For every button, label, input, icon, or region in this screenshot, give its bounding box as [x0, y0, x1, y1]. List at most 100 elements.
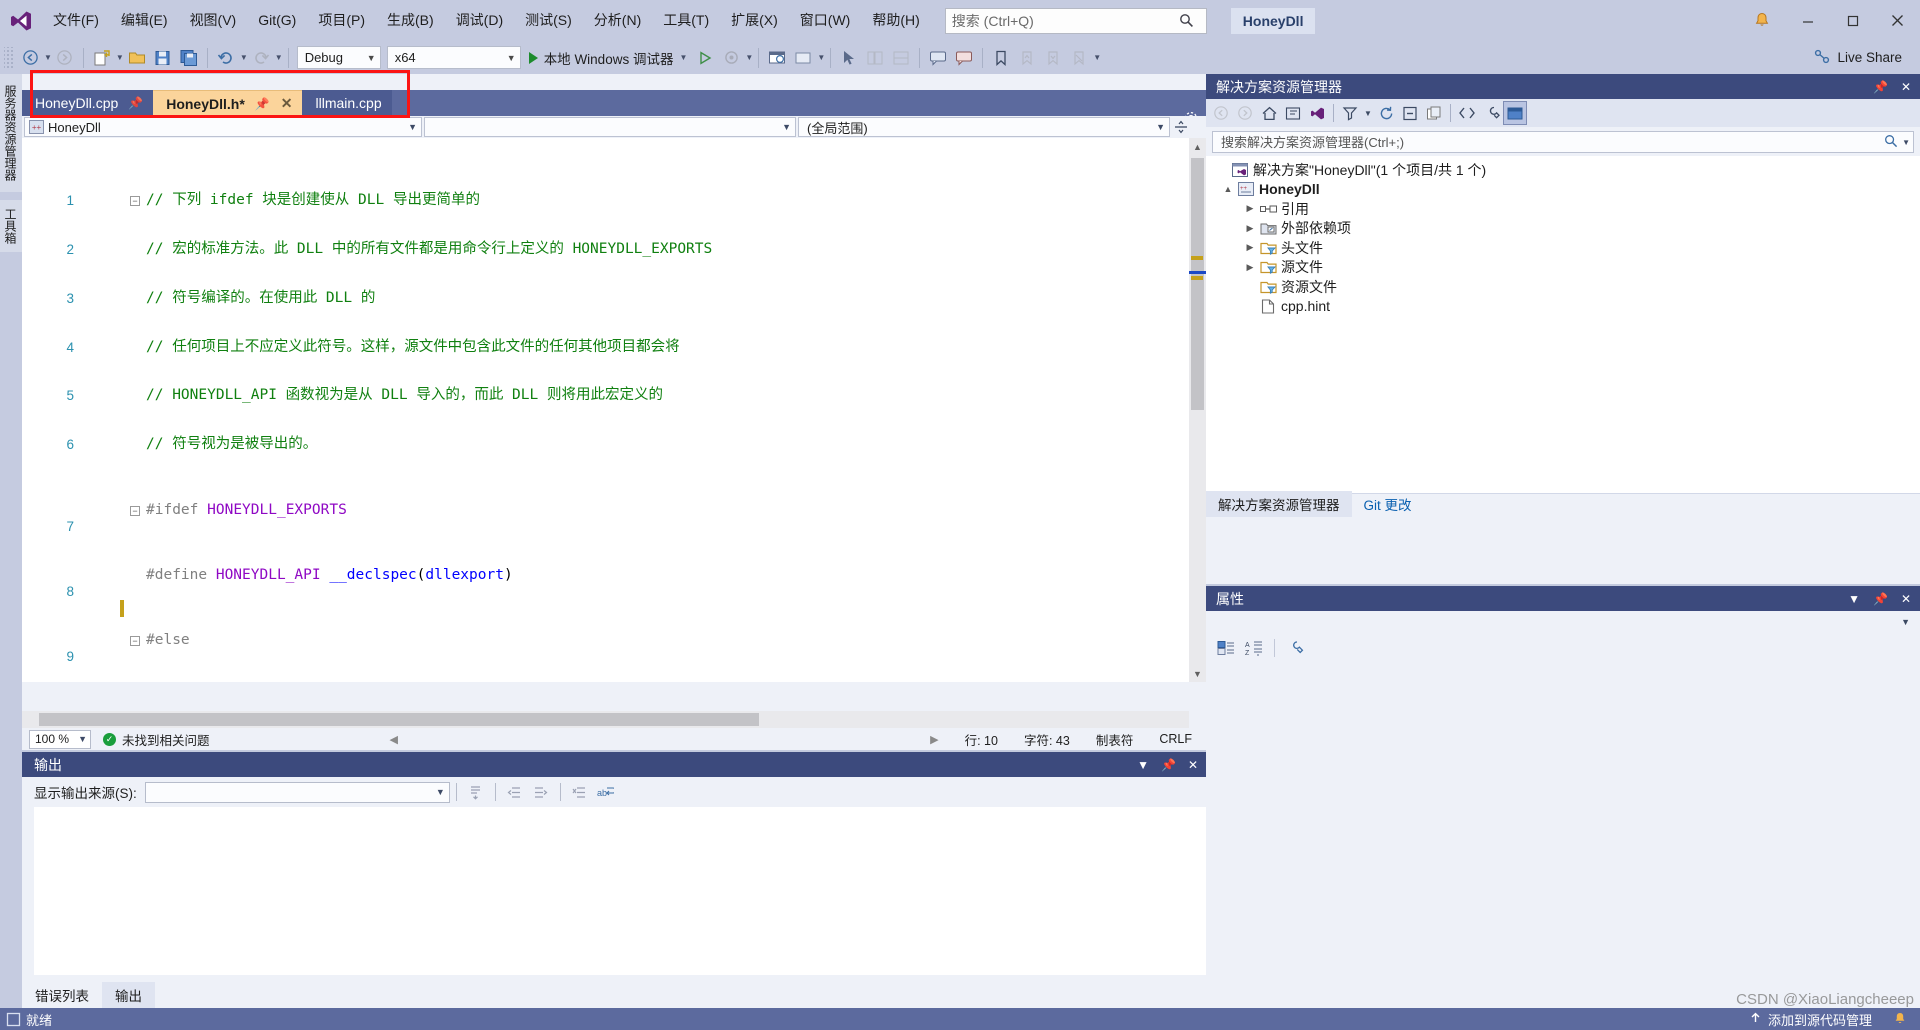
property-pages-icon[interactable] — [1283, 636, 1307, 660]
refresh-icon[interactable] — [1374, 101, 1398, 125]
view-code-icon[interactable] — [1455, 101, 1479, 125]
menu-file[interactable]: 文件(F) — [42, 0, 110, 41]
solution-explorer-search-box[interactable]: ▼ — [1212, 131, 1914, 153]
preview-in-browser-button[interactable] — [764, 45, 790, 71]
window-maximize-button[interactable] — [1830, 0, 1875, 41]
properties-object-select[interactable]: ▼ — [1206, 611, 1920, 633]
filter-icon[interactable] — [1338, 101, 1362, 125]
add-to-source-control-button[interactable]: 添加到源代码管理 — [1742, 1010, 1878, 1029]
split-editor-icon[interactable] — [1172, 120, 1190, 134]
navigate-forward-button[interactable] — [52, 45, 78, 71]
new-project-dropdown-icon[interactable]: ▼ — [116, 53, 124, 62]
menu-debug[interactable]: 调试(D) — [445, 0, 514, 41]
tab-git-changes[interactable]: Git 更改 — [1352, 491, 1424, 517]
properties-window-icon[interactable] — [1479, 101, 1503, 125]
editor-vertical-scrollbar[interactable]: ▲ ▼ — [1189, 138, 1206, 682]
editor-tab-honeydll-h[interactable]: HoneyDll.h* 📌 ✕ — [153, 90, 303, 116]
expanded-twisty-icon[interactable]: ▲ — [1220, 184, 1236, 194]
show-all-files-icon[interactable] — [1422, 101, 1446, 125]
sidebar-item-toolbox[interactable]: 工具箱 — [0, 200, 22, 252]
go-to-next-message-button[interactable] — [528, 780, 554, 804]
browser-select-button[interactable] — [790, 45, 816, 71]
tree-node-header-files[interactable]: ▶ 头文件 — [1206, 238, 1920, 258]
tree-node-cpp-hint[interactable]: cpp.hint — [1206, 297, 1920, 317]
bookmark-icon[interactable] — [988, 45, 1014, 71]
menu-project[interactable]: 项目(P) — [307, 0, 376, 41]
search-options-dropdown-icon[interactable]: ▼ — [1902, 138, 1910, 147]
previous-bookmark-button[interactable] — [1014, 45, 1040, 71]
collapsed-twisty-icon[interactable]: ▶ — [1242, 223, 1258, 234]
uncomment-selection-button[interactable] — [951, 45, 977, 71]
window-minimize-button[interactable] — [1785, 0, 1830, 41]
menu-extensions[interactable]: 扩展(X) — [720, 0, 789, 41]
close-icon[interactable]: ✕ — [1901, 80, 1911, 94]
navbar-project-select[interactable]: ++ HoneyDll ▼ — [24, 117, 422, 137]
undo-button[interactable] — [213, 45, 239, 71]
start-debugging-button[interactable]: 本地 Windows 调试器 ▼ — [524, 45, 693, 71]
attach-dropdown-icon[interactable]: ▼ — [745, 53, 753, 62]
find-message-button[interactable] — [463, 780, 489, 804]
notifications-bell-icon[interactable] — [1739, 0, 1785, 41]
clear-bookmarks-button[interactable] — [1066, 45, 1092, 71]
output-source-select[interactable]: ▼ — [144, 781, 450, 803]
toolbar-grip[interactable] — [4, 46, 15, 69]
fold-toggle-icon[interactable]: − — [130, 195, 140, 206]
menu-analyze[interactable]: 分析(N) — [583, 0, 652, 41]
alphabetical-view-icon[interactable]: AZ — [1242, 636, 1266, 660]
editor-horizontal-scrollbar[interactable] — [22, 711, 1189, 728]
global-search-input[interactable] — [945, 8, 1174, 33]
scroll-down-icon[interactable]: ▼ — [1189, 665, 1206, 682]
close-icon[interactable]: ✕ — [1188, 758, 1198, 772]
attach-process-button[interactable] — [718, 45, 744, 71]
editor-tab-dllmain-cpp[interactable]: lllmain.cpp — [302, 90, 392, 116]
next-bookmark-button[interactable] — [1040, 45, 1066, 71]
toolbar-overflow-icon[interactable]: ▼ — [1093, 53, 1101, 62]
menu-view[interactable]: 视图(V) — [179, 0, 248, 41]
save-button[interactable] — [150, 45, 176, 71]
navbar-member-select[interactable]: (全局范围) ▼ — [798, 117, 1170, 137]
pin-icon[interactable]: 📌 — [1873, 80, 1888, 94]
toggle-word-wrap-button[interactable]: ab — [593, 780, 619, 804]
navbar-type-select[interactable]: ▼ — [424, 117, 796, 137]
close-icon[interactable]: ✕ — [1901, 592, 1911, 606]
open-file-button[interactable] — [124, 45, 150, 71]
editor-tab-honeydll-cpp[interactable]: HoneyDll.cpp 📌 — [22, 90, 154, 116]
start-without-debugging-button[interactable] — [692, 45, 718, 71]
menu-git[interactable]: Git(G) — [247, 0, 307, 41]
redo-button[interactable] — [248, 45, 274, 71]
menu-help[interactable]: 帮助(H) — [861, 0, 930, 41]
tree-node-source-files[interactable]: ▶ 源文件 — [1206, 258, 1920, 278]
fold-toggle-icon[interactable]: − — [130, 505, 140, 516]
home-icon[interactable] — [1257, 101, 1281, 125]
output-text-area[interactable] — [34, 807, 1206, 975]
collapse-all-icon[interactable] — [1398, 101, 1422, 125]
solution-explorer-search-input[interactable] — [1219, 133, 1885, 151]
menu-build[interactable]: 生成(B) — [376, 0, 445, 41]
window-close-button[interactable] — [1875, 0, 1920, 41]
scrollbar-thumb[interactable] — [1191, 158, 1204, 410]
navigate-back-icon[interactable] — [1209, 101, 1233, 125]
solution-platform-select[interactable]: x64 ▼ — [386, 46, 521, 69]
navigate-backward-button[interactable] — [17, 45, 43, 71]
pin-icon[interactable]: 📌 — [255, 97, 270, 111]
clear-all-button[interactable] — [567, 780, 593, 804]
global-search-box[interactable] — [944, 7, 1207, 34]
solution-configuration-select[interactable]: Debug ▼ — [296, 46, 381, 69]
collapsed-twisty-icon[interactable]: ▶ — [1242, 262, 1258, 273]
live-share-button[interactable]: Live Share — [1805, 44, 1910, 70]
scroll-up-icon[interactable]: ▲ — [1189, 138, 1206, 155]
save-all-button[interactable] — [176, 45, 202, 71]
tree-node-solution[interactable]: 解决方案"HoneyDll"(1 个项目/共 1 个) — [1206, 160, 1920, 180]
new-project-button[interactable] — [89, 45, 115, 71]
pin-icon[interactable]: 📌 — [128, 96, 143, 110]
menu-test[interactable]: 测试(S) — [514, 0, 583, 41]
collapsed-twisty-icon[interactable]: ▶ — [1242, 242, 1258, 253]
sidebar-item-server-explorer[interactable]: 服务器资源管理器 — [0, 74, 22, 192]
notifications-status-icon[interactable] — [1886, 1011, 1914, 1027]
solution-explorer-tree[interactable]: 解决方案"HoneyDll"(1 个项目/共 1 个) ▲ ++ HoneyDl… — [1206, 156, 1920, 493]
undo-dropdown-icon[interactable]: ▼ — [240, 53, 248, 62]
tree-node-external-dependencies[interactable]: ▶ 外部依赖项 — [1206, 219, 1920, 239]
tab-solution-explorer[interactable]: 解决方案资源管理器 — [1206, 491, 1352, 517]
grid-button[interactable] — [888, 45, 914, 71]
zoom-level-select[interactable]: 100 % ▼ — [29, 729, 91, 749]
